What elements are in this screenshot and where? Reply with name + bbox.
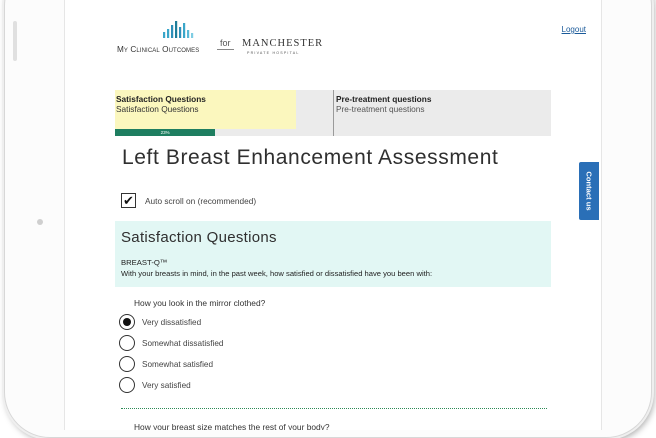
- page-title: Left Breast Enhancement Assessment: [122, 146, 499, 169]
- option-label: Somewhat satisfied: [142, 360, 213, 369]
- next-step: Pre-treatment questions Pre-treatment qu…: [333, 90, 551, 136]
- logout-link[interactable]: Logout: [562, 25, 586, 34]
- tablet-home-indicator: [37, 219, 43, 225]
- radio-button[interactable]: [119, 356, 135, 372]
- progress-bar: 23%: [115, 129, 296, 136]
- tablet-side-button: [13, 21, 17, 61]
- hospital-subtitle: PRIVATE HOSPITAL: [247, 51, 300, 55]
- section-instruction: With your breasts in mind, in the past w…: [121, 269, 433, 278]
- autoscroll-checkbox[interactable]: ✔: [121, 193, 136, 208]
- brand-name: My Clinical Outcomes: [117, 45, 200, 54]
- section-header: Satisfaction Questions BREAST-Q™ With yo…: [115, 221, 551, 287]
- next-step-subtitle: Pre-treatment questions: [336, 104, 425, 114]
- option-label: Very satisfied: [142, 381, 191, 390]
- contact-us-label: Contact us: [584, 171, 594, 211]
- question-text: How your breast size matches the rest of…: [134, 422, 330, 430]
- logo: My Clinical Outcomes for MANCHESTER PRIV…: [117, 20, 337, 60]
- for-label: for: [217, 38, 234, 50]
- hospital-name: MANCHESTER: [242, 38, 324, 49]
- contact-us-tab[interactable]: Contact us: [579, 162, 599, 220]
- next-step-title: Pre-treatment questions: [336, 94, 432, 104]
- current-step-subtitle: Satisfaction Questions: [116, 104, 199, 114]
- option-label: Very dissatisfied: [142, 318, 202, 327]
- progress-bar-fill: 23%: [115, 129, 216, 136]
- question-divider: [121, 408, 547, 409]
- progress-panel: Satisfaction Questions Satisfaction Ques…: [115, 90, 551, 136]
- app-screen: Logout My Clinical Outcomes for MANCHEST…: [64, 0, 602, 430]
- pulse-bars-icon: [163, 21, 194, 38]
- section-title: Satisfaction Questions: [121, 229, 277, 246]
- current-step-title: Satisfaction Questions: [116, 94, 206, 104]
- section-source: BREAST-Q™: [121, 258, 168, 267]
- radio-button[interactable]: [119, 314, 135, 330]
- option-label: Somewhat dissatisfied: [142, 339, 224, 348]
- current-step: Satisfaction Questions Satisfaction Ques…: [115, 90, 296, 129]
- radio-button[interactable]: [119, 335, 135, 351]
- question-text: How you look in the mirror clothed?: [134, 298, 266, 308]
- radio-button[interactable]: [119, 377, 135, 393]
- autoscroll-label: Auto scroll on (recommended): [145, 196, 257, 206]
